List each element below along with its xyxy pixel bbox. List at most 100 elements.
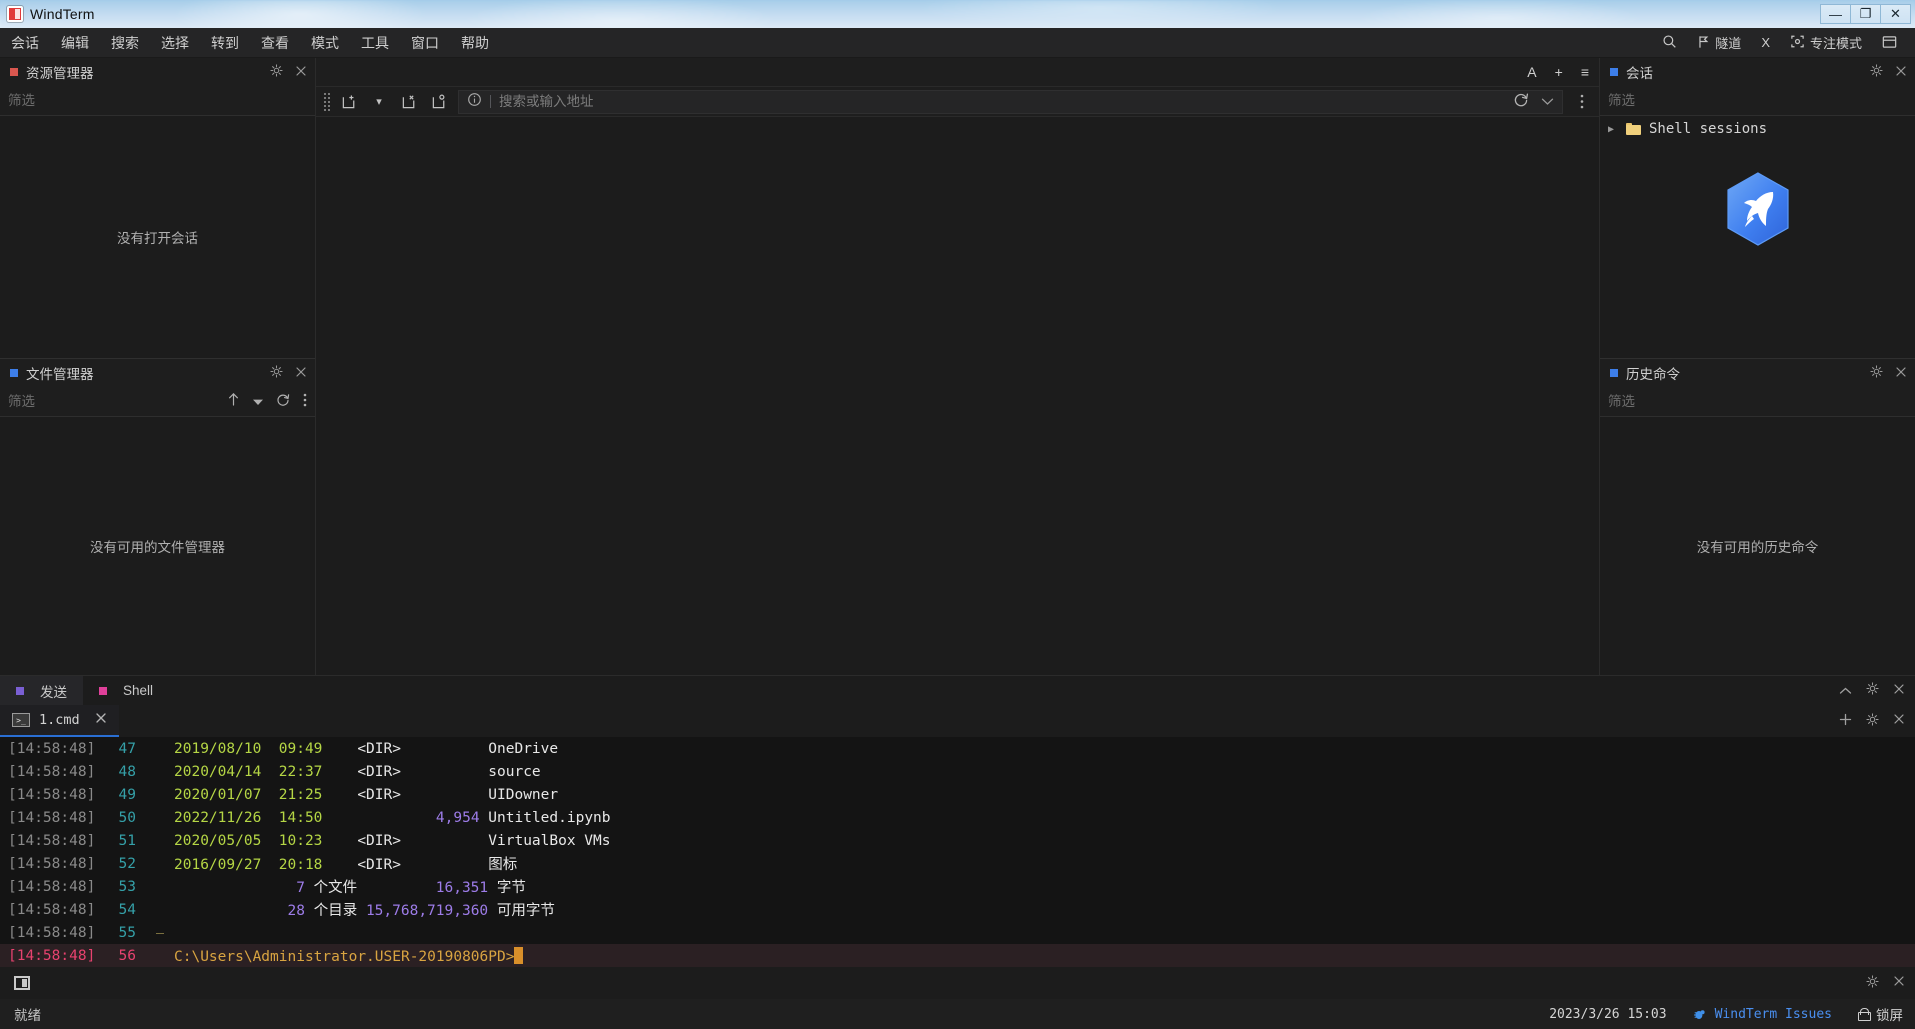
terminal-line-number: 56 bbox=[118, 947, 136, 964]
menu-item-goto[interactable]: 转到 bbox=[200, 28, 250, 58]
gear-icon[interactable] bbox=[1870, 64, 1883, 80]
close-icon[interactable] bbox=[95, 712, 107, 728]
close-icon[interactable] bbox=[295, 65, 307, 80]
address-input[interactable] bbox=[499, 94, 1499, 109]
close-icon[interactable] bbox=[1895, 65, 1907, 80]
menu-item-tools[interactable]: 工具 bbox=[350, 28, 400, 58]
gear-icon[interactable] bbox=[1866, 712, 1879, 730]
terminal-line: [14:58:48] 49 2020/01/07 21:25 <DIR> UIDow… bbox=[0, 783, 1915, 806]
menu-item-edit[interactable]: 编辑 bbox=[50, 28, 100, 58]
address-bar[interactable] bbox=[458, 89, 1563, 114]
new-tab-icon[interactable] bbox=[338, 91, 360, 113]
toolbar-more-icon[interactable] bbox=[1571, 91, 1593, 113]
menu-item-help[interactable]: 帮助 bbox=[450, 28, 500, 58]
session-tree-item-shell-sessions[interactable]: ▶ Shell sessions bbox=[1600, 116, 1915, 142]
terminal-subtab-1-cmd[interactable]: >_ 1.cmd bbox=[0, 705, 119, 737]
terminal-line-content: 2019/08/10 09:49 <DIR> OneDrive bbox=[174, 740, 559, 757]
close-icon[interactable] bbox=[1893, 713, 1905, 729]
history-panel-header: 历史命令 bbox=[1600, 359, 1915, 387]
file-manager-header-actions bbox=[270, 365, 307, 381]
close-icon[interactable] bbox=[1893, 975, 1905, 992]
terminal-line-timestamp: [14:58:48] bbox=[8, 740, 96, 757]
font-size-icon[interactable]: A bbox=[1527, 65, 1536, 79]
layout-button[interactable] bbox=[1874, 31, 1905, 55]
terminal-tab-label: Shell bbox=[123, 683, 154, 698]
file-manager-filter-input[interactable] bbox=[0, 387, 219, 416]
file-manager-panel-header: 文件管理器 bbox=[0, 359, 315, 387]
menu-item-search[interactable]: 搜索 bbox=[100, 28, 150, 58]
x-button[interactable]: X bbox=[1753, 31, 1778, 55]
sessions-panel-body: ▶ Shell sessions bbox=[1600, 116, 1915, 358]
search-button[interactable] bbox=[1654, 31, 1685, 55]
terminal-line: [14:58:48] 52 2016/09/27 20:18 <DIR> 图标 bbox=[0, 852, 1915, 875]
file-manager-filter-bar bbox=[0, 387, 315, 417]
terminal-panel-actions bbox=[1839, 676, 1915, 705]
add-tab-icon[interactable]: + bbox=[1555, 65, 1563, 79]
file-manager-empty-message: 没有可用的文件管理器 bbox=[90, 540, 225, 555]
terminal-line: [14:58:48] 47 2019/08/10 09:49 <DIR> OneDr… bbox=[0, 737, 1915, 760]
window-icon[interactable] bbox=[14, 976, 30, 990]
terminal-line: [14:58:48] 51 2020/05/05 10:23 <DIR> Virtu… bbox=[0, 829, 1915, 852]
terminal-line-number: 54 bbox=[118, 901, 136, 918]
refresh-icon[interactable] bbox=[276, 393, 290, 411]
center-content-area[interactable] bbox=[316, 117, 1599, 675]
gear-icon[interactable] bbox=[1870, 365, 1883, 381]
windterm-logo bbox=[1600, 142, 1915, 246]
explorer-title: 资源管理器 bbox=[26, 66, 94, 81]
add-terminal-icon[interactable] bbox=[1839, 713, 1852, 730]
terminal-tab-send[interactable]: 发送 bbox=[0, 676, 83, 705]
chevron-down-icon[interactable] bbox=[253, 394, 263, 410]
collapse-panel-icon[interactable] bbox=[1839, 683, 1852, 699]
close-icon[interactable] bbox=[295, 366, 307, 381]
explorer-filter-input[interactable] bbox=[0, 86, 307, 115]
sessions-filter-input[interactable] bbox=[1600, 86, 1907, 115]
terminal-line-timestamp: [14:58:48] bbox=[8, 763, 96, 780]
lock-screen-button[interactable]: 锁屏 bbox=[1858, 1004, 1903, 1024]
tab-menu-icon[interactable]: ≡ bbox=[1581, 65, 1589, 79]
status-dock: 就绪 2023/3/26 15:03 WindTerm Issues 锁屏 bbox=[0, 967, 1915, 1029]
arrow-up-icon[interactable] bbox=[227, 392, 240, 411]
chevron-down-icon[interactable] bbox=[1541, 94, 1554, 110]
gear-icon[interactable] bbox=[1866, 974, 1879, 992]
terminal-subtab-bar: >_ 1.cmd bbox=[0, 705, 1915, 737]
focus-mode-button[interactable]: 专注模式 bbox=[1782, 31, 1870, 55]
gear-icon[interactable] bbox=[270, 64, 283, 80]
close-button[interactable]: ✕ bbox=[1880, 4, 1911, 24]
windterm-issues-link[interactable]: WindTerm Issues bbox=[1693, 1007, 1832, 1022]
status-bar: 就绪 2023/3/26 15:03 WindTerm Issues 锁屏 bbox=[0, 999, 1915, 1029]
menu-item-mode[interactable]: 模式 bbox=[300, 28, 350, 58]
terminal-output[interactable]: [14:58:48] 47 2019/08/10 09:49 <DIR> OneDr… bbox=[0, 737, 1915, 967]
bottom-dock: 发送 Shell >_ 1.cmd [14:58:48] 47 2019/08/… bbox=[0, 675, 1915, 967]
minimize-button[interactable]: — bbox=[1820, 4, 1851, 24]
menu-item-select[interactable]: 选择 bbox=[150, 28, 200, 58]
gear-icon[interactable] bbox=[270, 365, 283, 381]
menu-item-window[interactable]: 窗口 bbox=[400, 28, 450, 58]
gear-icon[interactable] bbox=[1866, 682, 1879, 699]
menu-item-session[interactable]: 会话 bbox=[0, 28, 50, 58]
maximize-button[interactable]: ❐ bbox=[1850, 4, 1881, 24]
terminal-line-timestamp: [14:58:48] bbox=[8, 855, 96, 872]
new-tab-dropdown-icon[interactable]: ▾ bbox=[368, 91, 390, 113]
refresh-icon[interactable] bbox=[1513, 92, 1529, 112]
terminal-tab-label: 发送 bbox=[40, 684, 67, 700]
terminal-line: [14:58:48] 50 2022/11/26 14:50 4,954 Untit… bbox=[0, 806, 1915, 829]
terminal-line-number: 48 bbox=[118, 763, 136, 780]
history-filter-input[interactable] bbox=[1600, 387, 1907, 416]
file-manager-panel-body: 没有可用的文件管理器 bbox=[0, 417, 315, 675]
close-icon[interactable] bbox=[1893, 683, 1905, 699]
close-icon[interactable] bbox=[1895, 366, 1907, 381]
main-body: 资源管理器 筛选 没有打开会话 文件管理器 筛选 没有可用的文件管理器 A + … bbox=[0, 58, 1915, 675]
tunnel-button[interactable]: 隧道 bbox=[1689, 31, 1749, 55]
toolbar-drag-handle[interactable] bbox=[324, 92, 330, 111]
terminal-tab-shell[interactable]: Shell bbox=[83, 676, 169, 705]
explorer-header-actions bbox=[270, 64, 307, 80]
menu-item-view[interactable]: 查看 bbox=[250, 28, 300, 58]
terminal-line-timestamp: [14:58:48] bbox=[8, 901, 96, 918]
expand-caret-icon[interactable]: ▶ bbox=[1608, 124, 1618, 135]
terminal-line-number: 51 bbox=[118, 832, 136, 849]
more-options-icon[interactable] bbox=[303, 393, 307, 411]
lock-screen-label: 锁屏 bbox=[1876, 1008, 1903, 1023]
info-icon[interactable] bbox=[467, 92, 482, 111]
restore-tab-icon[interactable] bbox=[428, 91, 450, 113]
close-tab-icon[interactable] bbox=[398, 91, 420, 113]
